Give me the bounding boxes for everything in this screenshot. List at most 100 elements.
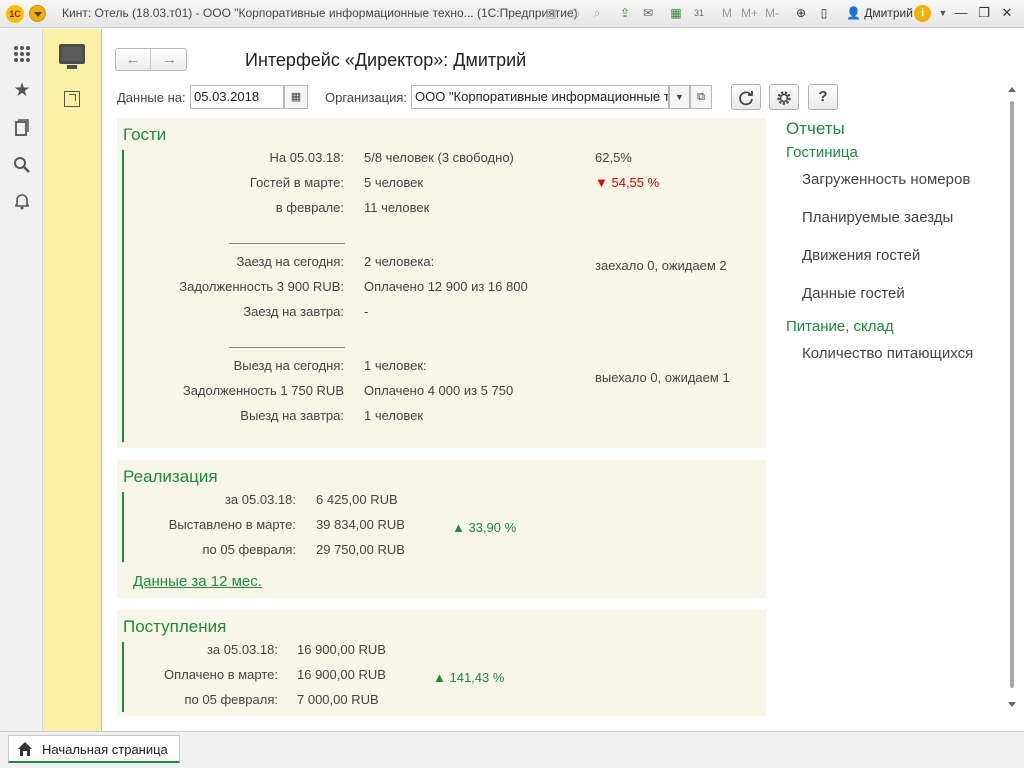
zoom-icon[interactable]: ⊕ <box>793 5 809 21</box>
home-page-tab[interactable]: Начальная страница <box>8 735 180 763</box>
history-icon[interactable] <box>13 119 31 137</box>
data-12-months-link[interactable]: Данные за 12 мес. <box>133 573 262 590</box>
print-icon[interactable]: ⎙ <box>566 5 582 21</box>
print-preview-icon[interactable]: ⌕ <box>589 5 605 21</box>
current-user[interactable]: 👤 Дмитрий <box>846 6 913 20</box>
close-button[interactable]: ✕ <box>998 4 1016 22</box>
guests-march-label: Гостей в марте: <box>249 175 344 190</box>
arrival-paid-value: Оплачено 12 900 из 16 800 <box>364 279 528 294</box>
divider <box>229 243 345 244</box>
navigation-buttons: ← → <box>115 48 187 71</box>
receipts-section: Поступления за 05.03.18: 16 900,00 RUB О… <box>117 610 766 716</box>
receipts-february-label: по 05 февраля: <box>184 692 278 707</box>
sales-day-value: 6 425,00 RUB <box>316 492 398 507</box>
back-button[interactable]: ← <box>116 49 151 70</box>
desktop-icon[interactable] <box>59 44 85 64</box>
window-title-bar: 1С Кинт: Отель (18.03.т01) - ООО "Корпор… <box>0 0 1024 28</box>
notifications-bell-icon[interactable] <box>13 192 31 210</box>
chevron-down-icon[interactable]: ▼ <box>669 85 690 109</box>
arrival-tomorrow-value: - <box>364 304 369 319</box>
reports-group-food[interactable]: Питание, склад <box>786 318 894 335</box>
memory-mplus-icon[interactable]: M+ <box>741 5 758 21</box>
arrival-today-value: 2 человека: <box>364 254 435 269</box>
help-button[interactable]: ? <box>808 84 838 110</box>
arrival-debt-label: Задолженность 3 900 RUB: <box>179 279 344 294</box>
user-icon: 👤 <box>846 6 861 20</box>
search-icon[interactable] <box>13 156 31 174</box>
scroll-down-icon[interactable] <box>1008 702 1016 707</box>
home-page-label: Начальная страница <box>42 742 168 757</box>
refresh-icon <box>739 91 753 106</box>
mail-icon[interactable]: ✉ <box>640 5 656 21</box>
sales-march-value: 39 834,00 RUB <box>316 517 405 532</box>
sales-change-badge: ▲ 33,90 % <box>452 520 517 535</box>
departure-today-label: Выезд на сегодня: <box>233 358 344 373</box>
save-icon[interactable]: ▤ <box>543 5 559 21</box>
calendar-picker-icon[interactable]: ▦ <box>284 85 308 109</box>
refresh-button[interactable] <box>731 84 761 110</box>
arrival-today-label: Заезд на сегодня: <box>236 254 344 269</box>
scroll-thumb[interactable] <box>1010 101 1014 688</box>
arrival-tomorrow-label: Заезд на завтра: <box>243 304 344 319</box>
info-dropdown-icon[interactable]: ▼ <box>935 5 951 21</box>
report-guest-movements[interactable]: Движения гостей <box>802 247 920 264</box>
open-windows-bar: Начальная страница <box>0 731 1024 768</box>
sales-day-label: за 05.03.18: <box>224 492 296 507</box>
app-logo-icon: 1С <box>6 5 24 23</box>
memory-m-icon[interactable]: M <box>719 5 735 21</box>
departure-paid-value: Оплачено 4 000 из 5 750 <box>364 383 514 398</box>
calendar-icon[interactable]: 31 <box>691 5 707 21</box>
receipts-day-label: за 05.03.18: <box>206 642 278 657</box>
favorites-star-icon[interactable]: ★ <box>13 81 31 100</box>
sales-title: Реализация <box>123 467 218 486</box>
guests-february-value: 11 человек <box>364 200 430 215</box>
panel-icon[interactable]: ▯ <box>816 5 832 21</box>
occupancy-percent: 62,5% <box>595 150 632 165</box>
guests-title: Гости <box>123 125 167 144</box>
memory-mminus-icon[interactable]: M- <box>764 5 780 21</box>
date-field[interactable]: 05.03.2018 <box>190 85 284 109</box>
scroll-up-icon[interactable] <box>1008 87 1016 92</box>
open-external-icon[interactable] <box>64 91 80 107</box>
reports-title: Отчеты <box>786 119 845 138</box>
upload-icon[interactable]: ⇪ <box>617 5 633 21</box>
guests-march-value: 5 человек <box>364 175 424 190</box>
sales-march-label: Выставлено в марте: <box>168 517 296 532</box>
receipts-accent-line <box>122 642 124 712</box>
occupancy-value: 5/8 человек (3 свободно) <box>364 150 514 165</box>
sales-february-value: 29 750,00 RUB <box>316 542 405 557</box>
departure-today-value: 1 человек: <box>364 358 427 373</box>
vertical-scrollbar[interactable] <box>1006 81 1018 713</box>
open-form-icon[interactable]: ⧉ <box>690 85 712 109</box>
report-planned-arrivals[interactable]: Планируемые заезды <box>802 209 953 226</box>
guests-february-label: в феврале: <box>275 200 344 215</box>
reports-group-hotel[interactable]: Гостиница <box>786 144 858 161</box>
functions-panel <box>43 29 102 731</box>
data-date-label: Данные на: <box>117 90 186 105</box>
forward-button[interactable]: → <box>152 49 187 70</box>
sales-section: Реализация за 05.03.18: 6 425,00 RUB Выс… <box>117 460 766 598</box>
report-diners-count[interactable]: Количество питающихся <box>802 345 973 362</box>
receipts-title: Поступления <box>123 617 227 636</box>
arrival-status: заехало 0, ожидаем 2 <box>595 258 727 273</box>
organization-label: Организация: <box>325 90 408 105</box>
info-icon[interactable]: i <box>914 5 931 22</box>
sales-accent-line <box>122 492 124 562</box>
main-menu-button[interactable] <box>29 5 46 22</box>
apps-grid-icon[interactable] <box>13 45 31 63</box>
report-room-occupancy[interactable]: Загруженность номеров <box>802 171 970 188</box>
sales-february-label: по 05 февраля: <box>202 542 296 557</box>
receipts-change-badge: ▲ 141,43 % <box>433 670 505 685</box>
user-name: Дмитрий <box>864 6 913 20</box>
page-title: Интерфейс «Директор»: Дмитрий <box>245 50 527 70</box>
desktop-stand-icon <box>67 65 77 69</box>
minimize-button[interactable]: — <box>952 4 970 22</box>
receipts-march-label: Оплачено в марте: <box>164 667 278 682</box>
settings-button[interactable] <box>769 84 799 110</box>
receipts-march-value: 16 900,00 RUB <box>297 667 386 682</box>
organization-field[interactable]: ООО "Корпоративные информационные те <box>411 85 669 109</box>
guests-change-badge: ▼ 54,55 % <box>595 175 660 190</box>
maximize-button[interactable]: ❐ <box>975 4 993 22</box>
report-guest-data[interactable]: Данные гостей <box>802 285 905 302</box>
calculator-icon[interactable]: ▦ <box>668 5 684 21</box>
